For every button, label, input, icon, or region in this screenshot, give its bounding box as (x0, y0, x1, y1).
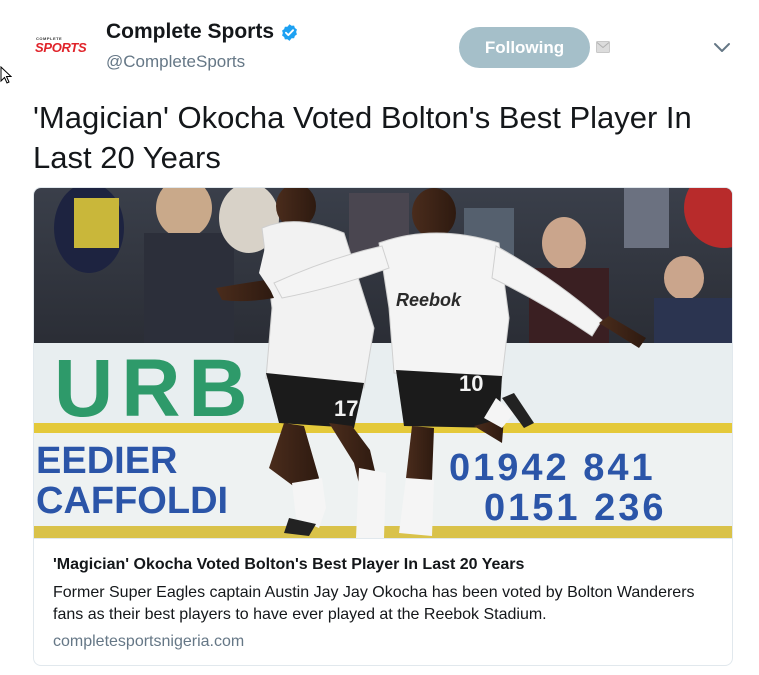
following-button[interactable]: Following (459, 27, 590, 68)
link-preview-card[interactable]: URB EEDIER CAFFOLDI 01942 841 0151 236 1… (33, 187, 733, 666)
chevron-down-icon[interactable] (713, 42, 731, 54)
logo-text: SPORTS (35, 40, 87, 55)
mouse-cursor-icon (0, 66, 12, 84)
account-avatar[interactable]: COMPLETE SPORTS (33, 30, 91, 58)
account-handle[interactable]: @CompleteSports (106, 52, 245, 72)
card-body[interactable]: 'Magician' Okocha Voted Bolton's Best Pl… (34, 538, 732, 665)
shirt-number-right: 10 (459, 371, 483, 396)
board-left-top-text: EEDIER (36, 440, 177, 482)
card-domain[interactable]: completesportsnigeria.com (53, 633, 244, 651)
account-name-row[interactable]: Complete Sports (106, 20, 299, 44)
direct-message-icon[interactable] (596, 41, 610, 53)
board-right-top-text: 01942 841 (449, 447, 656, 489)
verified-badge-icon (282, 23, 297, 41)
display-name[interactable]: Complete Sports (106, 20, 274, 44)
board-left-bottom-text: CAFFOLDI (36, 480, 228, 522)
board-right-bottom-text: 0151 236 (484, 487, 667, 529)
card-title[interactable]: 'Magician' Okocha Voted Bolton's Best Pl… (53, 556, 524, 574)
article-photo[interactable]: URB EEDIER CAFFOLDI 01942 841 0151 236 1… (34, 188, 732, 538)
board-upper-text: URB (54, 343, 256, 434)
card-description: Former Super Eagles captain Austin Jay J… (53, 584, 695, 623)
shirt-sponsor-text: Reebok (396, 290, 462, 310)
tweet-text: 'Magician' Okocha Voted Bolton's Best Pl… (33, 100, 692, 175)
shirt-number-left: 17 (334, 396, 358, 421)
